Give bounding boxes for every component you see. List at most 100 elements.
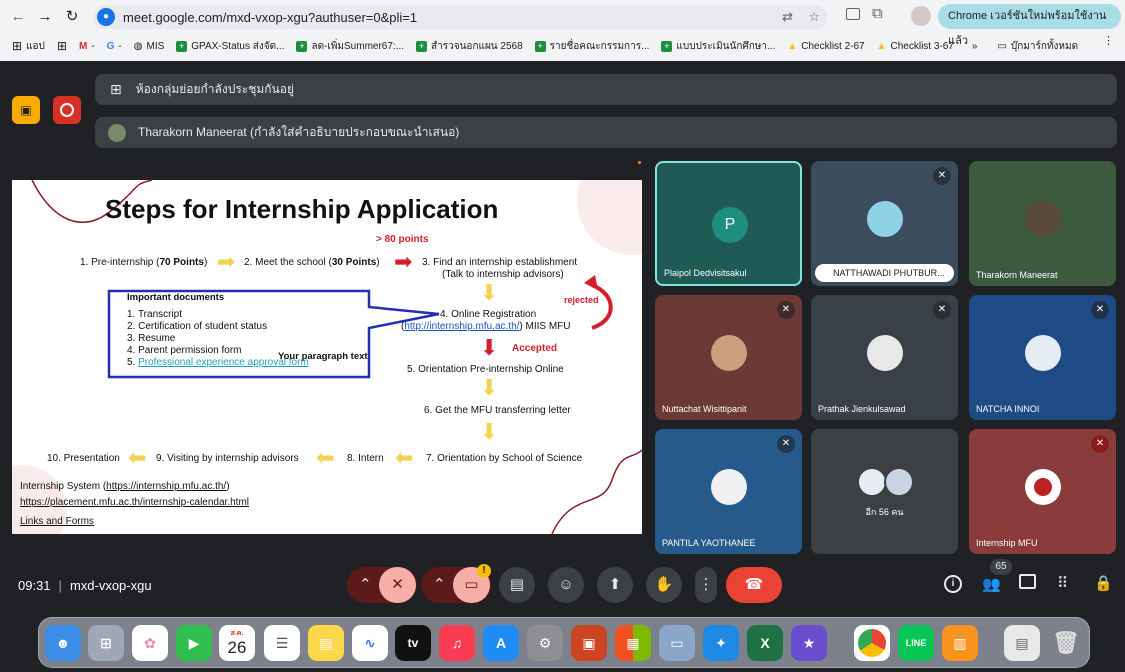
forward-icon[interactable]: → <box>35 7 55 27</box>
bookmark-apps[interactable]: ⊞ แอป <box>12 39 45 54</box>
reminders-icon[interactable]: ☰ <box>264 625 300 661</box>
bookmark-evaluation[interactable]: + แบบประเมินนักศึกษา... <box>661 39 775 54</box>
line-icon[interactable]: LINE <box>898 625 934 661</box>
bookmark-label: GPAX-Status ส่งจัด... <box>191 40 285 52</box>
others-tile[interactable]: อีก 56 คน <box>811 429 958 554</box>
more-options-button[interactable]: ⋮ <box>695 567 717 603</box>
participant-tile[interactable]: ✕ Prathak Jienkulsawad <box>811 295 958 420</box>
back-icon[interactable]: ← <box>8 7 28 27</box>
activities-icon[interactable]: ⠿ <box>1057 574 1068 592</box>
sheets-icon: + <box>661 40 673 52</box>
mic-toggle-button[interactable]: ✕ <box>379 567 416 603</box>
participant-tile[interactable]: ✕ NATCHA INNOI <box>969 295 1116 420</box>
imovie-icon[interactable]: ★ <box>791 625 827 661</box>
participant-tile[interactable]: ✕ PANTILA YAOTHANEE <box>655 429 802 554</box>
registration-link[interactable]: http://internship.mfu.ac.th/ <box>404 321 519 332</box>
profile-avatar[interactable] <box>911 6 931 26</box>
participant-tile[interactable]: P Plaipol Dedvisitsakul <box>655 161 802 286</box>
document-icon[interactable]: ▤ <box>1004 625 1040 661</box>
extensions-icon[interactable]: ⧉ <box>872 5 883 22</box>
docs-title: Important documents <box>127 292 225 303</box>
bookmark-checklist-3-67[interactable]: ▲ Checklist 3-67 <box>877 41 954 52</box>
safari-icon[interactable]: ✦ <box>703 625 739 661</box>
participant-video <box>866 200 903 237</box>
present-button[interactable]: ⬆ <box>597 567 633 603</box>
system-link[interactable]: https://internship.mfu.ac.th/ <box>106 481 226 492</box>
cast-icon[interactable] <box>846 8 860 20</box>
host-controls-icon[interactable]: 🔒 <box>1094 574 1113 592</box>
avatar <box>857 467 887 497</box>
bookmark-gpax[interactable]: + GPAX-Status ส่งจัด... <box>176 39 284 54</box>
bookmark-mis[interactable]: ◍ MIS <box>134 41 165 52</box>
emoji-button[interactable]: ☺ <box>548 567 584 603</box>
breakout-text: ห้องกลุ่มย่อยกำลังประชุมกันอยู่ <box>135 82 294 96</box>
photos-icon[interactable]: ✿ <box>132 625 168 661</box>
calendar-day: 26 <box>227 638 247 657</box>
info-icon[interactable]: i <box>944 575 962 593</box>
system-settings-icon[interactable]: ⚙ <box>527 625 563 661</box>
finder-icon[interactable]: ☻ <box>45 625 81 661</box>
microsoft-icon[interactable]: ▦ <box>615 625 651 661</box>
apple-tv-icon[interactable]: tv <box>395 625 431 661</box>
calendar-icon[interactable]: ส.ค. 26 <box>219 625 255 661</box>
participant-tile[interactable]: ✕ NATTHAWADI PHUTBUR... <box>811 161 958 286</box>
bookmark-label: Checklist 2-67 <box>801 40 865 52</box>
chrome-icon[interactable] <box>854 625 890 661</box>
notes-icon[interactable]: ▤ <box>308 625 344 661</box>
captions-button[interactable]: ▤ <box>499 567 535 603</box>
music-icon[interactable]: ♫ <box>439 625 475 661</box>
facetime-icon[interactable]: ▶ <box>176 625 212 661</box>
time-text: 09:31 <box>18 578 51 593</box>
bookmark-grid[interactable]: ⊞ <box>57 39 67 53</box>
drive-icon: ▲ <box>876 40 887 52</box>
captions-off-button[interactable]: ▣ <box>12 96 40 124</box>
participant-tile[interactable]: ✕ Nuttachat Wisittipanit <box>655 295 802 420</box>
bookmark-label: รายชื่อคณะกรรมการ... <box>549 40 650 52</box>
bookmark-label: ลด-เพิ่มSummer67:... <box>311 40 405 52</box>
bookmark-summer[interactable]: + ลด-เพิ่มSummer67:... <box>296 39 404 54</box>
calendar-link[interactable]: https://placement.mfu.ac.th/internship-c… <box>20 497 249 508</box>
bookmark-google[interactable]: G- <box>107 41 122 52</box>
mic-off-icon: ✕ <box>777 301 795 319</box>
participant-name: Prathak Jienkulsawad <box>818 404 906 414</box>
reload-icon[interactable]: ↻ <box>62 7 82 27</box>
points-note: > 80 points <box>376 234 429 245</box>
participant-video <box>1024 200 1061 237</box>
recording-button[interactable] <box>53 96 81 124</box>
people-icon[interactable]: 👥 <box>982 575 1001 593</box>
participant-tile[interactable]: ✕ Internship MFU <box>969 429 1116 554</box>
launchpad-icon[interactable]: ⊞ <box>88 625 124 661</box>
app-store-icon[interactable]: A <box>483 625 519 661</box>
mic-site-icon[interactable]: ● <box>97 8 115 26</box>
bookmark-star-icon[interactable]: ☆ <box>808 9 820 25</box>
update-chrome-button[interactable]: Chrome เวอร์ชันใหม่พร้อมใช้งานแล้ว ⋮ <box>938 4 1121 47</box>
bookmark-survey[interactable]: + สำรวจนอกแผน 2568 <box>416 39 523 54</box>
bookmark-gmail[interactable]: M- <box>79 41 95 52</box>
leave-call-button[interactable]: ☎ <box>726 567 782 603</box>
step-5: 5. Orientation Pre-internship Online <box>407 364 564 375</box>
chat-icon[interactable] <box>1019 574 1036 589</box>
raise-hand-button[interactable]: ✋ <box>646 567 682 603</box>
address-bar[interactable]: ● meet.google.com/mxd-vxop-xgu?authuser=… <box>93 5 828 29</box>
all-bookmarks-folder[interactable]: ▭ บุ๊กมาร์กทั้งหมด <box>997 39 1078 54</box>
excel-icon[interactable]: X <box>747 625 783 661</box>
preview-icon[interactable]: ▭ <box>659 625 695 661</box>
bookmark-committee[interactable]: + รายชื่อคณะกรรมการ... <box>534 39 650 54</box>
more-bookmarks-icon[interactable]: » <box>972 41 978 52</box>
gmail-icon: M <box>78 40 88 52</box>
url-text[interactable]: meet.google.com/mxd-vxop-xgu?authuser=0&… <box>123 10 417 25</box>
arrow-right-icon: ➡ <box>217 249 236 274</box>
photo-booth-icon[interactable]: ▣ <box>571 625 607 661</box>
trash-icon[interactable]: 🗑 <box>1048 625 1084 661</box>
bookmark-checklist-2-67[interactable]: ▲ Checklist 2-67 <box>787 41 864 52</box>
step-10: 10. Presentation <box>47 453 120 464</box>
links-forms[interactable]: Links and Forms <box>20 516 94 527</box>
emoji-icon: ☺ <box>558 576 574 593</box>
rejected-label: rejected <box>564 295 599 305</box>
participant-tile[interactable]: Tharakorn Maneerat <box>969 161 1116 286</box>
freeform-icon[interactable]: ∿ <box>352 625 388 661</box>
annotation-text[interactable]: Your paragraph text <box>278 351 368 362</box>
breakout-banner[interactable]: ⊞ ห้องกลุ่มย่อยกำลังประชุมกันอยู่ <box>95 74 1117 105</box>
translate-icon[interactable]: ⇄ <box>782 9 793 25</box>
books-icon[interactable]: ▥ <box>942 625 978 661</box>
